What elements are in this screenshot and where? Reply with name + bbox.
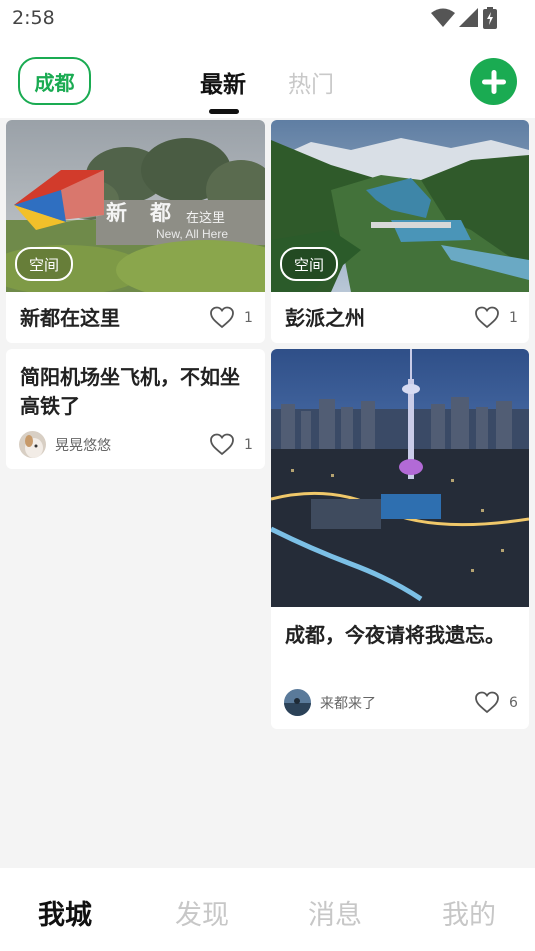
post-title: 新都在这里 xyxy=(20,306,120,330)
space-badge: 空间 xyxy=(280,247,338,281)
nav-item-my-city[interactable]: 我城 xyxy=(38,893,92,932)
cellular-signal-icon xyxy=(459,8,478,27)
battery-charging-icon xyxy=(483,7,497,29)
post-card[interactable]: 空间 彭派之州 1 xyxy=(271,120,529,343)
header: 成都 最新 热门 xyxy=(0,38,535,118)
like-button[interactable]: 1 xyxy=(209,433,253,456)
author-name: 晃晃悠悠 xyxy=(55,437,111,454)
active-tab-indicator xyxy=(209,109,239,114)
like-count: 6 xyxy=(509,694,518,711)
avatar xyxy=(19,431,46,458)
post-title: 彭派之州 xyxy=(285,306,365,330)
status-bar: 2:58 xyxy=(0,0,535,38)
heart-icon xyxy=(210,433,234,456)
post-card[interactable]: 成都，今夜请将我遗忘。 来都来了 6 xyxy=(271,349,529,729)
avatar xyxy=(284,689,311,716)
heart-icon xyxy=(210,306,234,329)
tab-hot[interactable]: 热门 xyxy=(288,65,334,99)
post-feed[interactable]: 新 都 在这里 New, All Here 空间 新都在这里 1 空间 彭派之州… xyxy=(0,118,535,868)
add-post-button[interactable] xyxy=(470,58,517,105)
like-button[interactable]: 6 xyxy=(474,691,518,714)
like-count: 1 xyxy=(509,309,518,326)
like-count: 1 xyxy=(244,436,253,453)
nav-item-me[interactable]: 我的 xyxy=(442,893,496,932)
like-button[interactable]: 1 xyxy=(474,306,518,329)
post-author[interactable]: 来都来了 xyxy=(284,689,376,716)
city-selector-button[interactable]: 成都 xyxy=(18,57,91,105)
space-badge: 空间 xyxy=(15,247,73,281)
post-image xyxy=(271,349,529,607)
sign-text: 在这里 xyxy=(186,210,225,225)
nav-item-discover[interactable]: 发现 xyxy=(175,893,229,932)
plus-icon xyxy=(481,69,506,94)
wifi-icon xyxy=(431,8,455,27)
post-card[interactable]: 简阳机场坐飞机，不如坐高铁了 晃晃悠悠 1 xyxy=(6,349,265,469)
post-author[interactable]: 晃晃悠悠 xyxy=(19,431,111,458)
tab-latest[interactable]: 最新 xyxy=(200,65,246,99)
heart-icon xyxy=(475,691,499,714)
post-title: 成都，今夜请将我遗忘。 xyxy=(285,623,505,647)
post-card[interactable]: 新 都 在这里 New, All Here 空间 新都在这里 1 xyxy=(6,120,265,343)
heart-icon xyxy=(475,306,499,329)
sign-text: 都 xyxy=(149,201,171,225)
status-time: 2:58 xyxy=(12,7,55,29)
like-button[interactable]: 1 xyxy=(209,306,253,329)
author-name: 来都来了 xyxy=(320,695,376,712)
like-count: 1 xyxy=(244,309,253,326)
status-icons xyxy=(431,7,497,29)
sign-text: 新 xyxy=(106,201,127,225)
bottom-nav: 我城 发现 消息 我的 xyxy=(0,868,535,951)
post-title: 简阳机场坐飞机，不如坐高铁了 xyxy=(20,365,240,418)
nav-item-messages[interactable]: 消息 xyxy=(308,893,362,932)
sign-text: New, All Here xyxy=(156,227,228,241)
